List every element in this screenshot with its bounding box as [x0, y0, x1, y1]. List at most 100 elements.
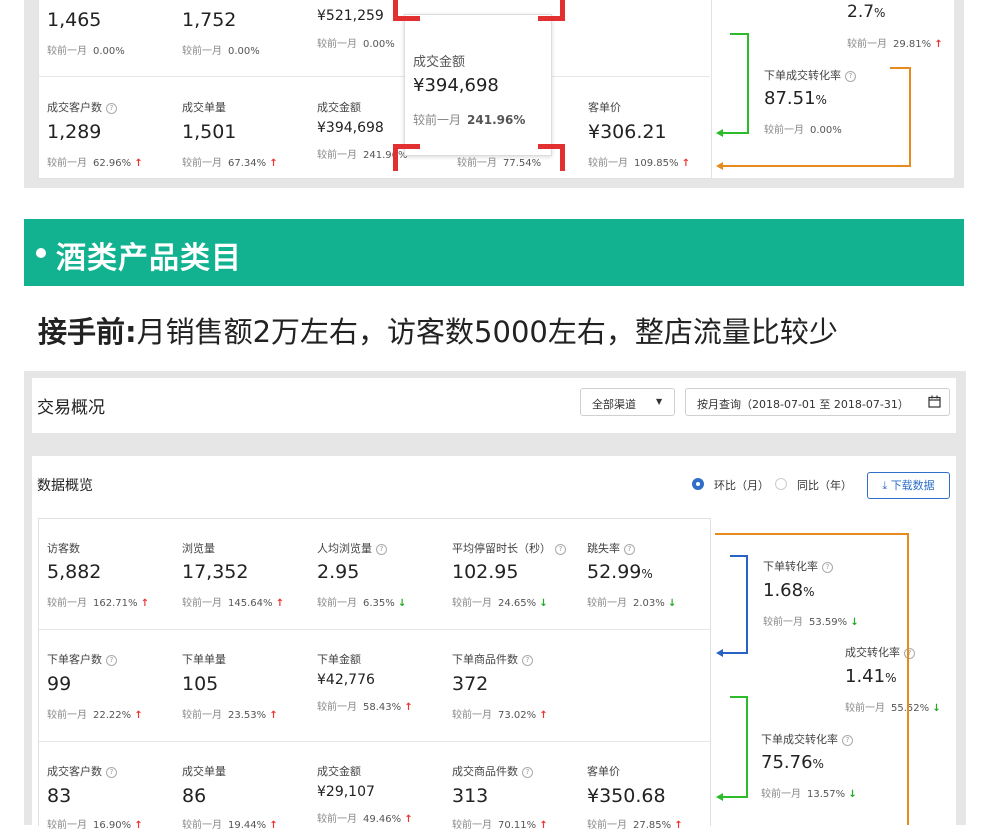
metric-label: 下单金额	[317, 653, 361, 666]
bullet-icon	[36, 248, 46, 258]
arrow-up-icon: ↑	[134, 710, 143, 721]
page-title: 交易概况	[37, 398, 105, 418]
metric-label: 访客数	[47, 542, 80, 555]
calendar-icon	[928, 395, 941, 408]
help-icon[interactable]: ?	[376, 543, 387, 555]
metric-label: 成交金额	[317, 101, 361, 114]
metric-compare: 较前一月 109.85% ↑	[588, 158, 691, 169]
metric-label: 成交单量	[182, 101, 226, 114]
arrow-up-icon: ↑	[404, 702, 413, 713]
orange-connector	[715, 533, 909, 825]
row-divider	[39, 629, 710, 630]
metric-label: 成交商品件数?	[452, 763, 533, 779]
arrow-down-icon: ↓	[932, 703, 941, 714]
metric-label: 成交单量	[182, 765, 226, 778]
metric-value: 5,882	[47, 561, 102, 583]
channel-select[interactable]: 全部渠道 ▼	[580, 388, 675, 416]
radio-label: 同比（年）	[797, 479, 852, 492]
headline: 接手前:月销售额2万左右，访客数5000左右，整店流量比较少	[38, 309, 838, 351]
metric-value: 99	[47, 673, 72, 695]
arrow-up-icon: ↑	[134, 158, 143, 169]
metric-compare: 较前一月 0.00%	[317, 39, 395, 50]
arrow-down-icon: ↓	[667, 598, 677, 609]
metric-compare: 较前一月 67.34% ↑	[182, 158, 278, 169]
arrow-up-icon: ↑	[539, 820, 548, 831]
arrow-up-icon: ↑	[404, 814, 413, 825]
metric-value: ¥42,776	[317, 672, 375, 688]
metric-value: 1,752	[182, 9, 237, 31]
metric-value: 2.95	[317, 561, 360, 583]
radio-mom-selected[interactable]	[692, 478, 704, 490]
metric-value: 372	[452, 673, 489, 695]
metric-label: 成交客户数?	[47, 99, 117, 115]
blue-connector	[719, 555, 748, 654]
metric-value: 1,501	[182, 121, 237, 143]
metric-value: 102.95	[452, 561, 519, 583]
funnel-connectors	[716, 33, 911, 170]
arrow-up-icon: ↑	[269, 158, 278, 169]
metric-compare: 较前一月 0.00%	[47, 46, 125, 57]
metric-label: 客单价	[587, 765, 620, 778]
download-data-button[interactable]: ⤓ 下载数据	[867, 472, 950, 499]
help-icon[interactable]: ?	[106, 102, 117, 114]
metric-compare: 较前一月 22.22% ↑	[47, 710, 143, 721]
arrow-up-icon: ↑	[681, 158, 691, 169]
date-range-picker[interactable]: 按月查询（2018-07-01 至 2018-07-31）	[685, 388, 950, 416]
tooltip-compare: 较前一月 241.96%	[413, 113, 526, 127]
metric-label: 人均浏览量?	[317, 540, 387, 556]
metric-value: ¥29,107	[317, 784, 375, 800]
arrow-left-icon	[716, 793, 723, 801]
caret-down-icon: ▼	[656, 397, 663, 406]
metric-compare: 较前一月 145.64% ↑	[182, 598, 285, 609]
tooltip-title: 成交金额	[413, 55, 466, 70]
metric-compare: 较前一月 49.46% ↑	[317, 814, 413, 825]
help-icon[interactable]: ?	[522, 654, 533, 666]
banner-title: 酒类产品类目	[56, 241, 242, 276]
metric-value: 86	[182, 785, 207, 807]
metric-label: 客单价	[588, 101, 621, 114]
metric-compare: 较前一月 27.85% ↑	[587, 820, 683, 831]
green-connector	[718, 33, 749, 134]
metric-compare: 较前一月 62.96% ↑	[47, 158, 143, 169]
metric-value: 313	[452, 785, 489, 807]
metric-compare: 较前一月 16.90% ↑	[47, 820, 143, 831]
arrow-left-icon	[716, 162, 723, 170]
help-icon[interactable]: ?	[555, 543, 566, 555]
metric-value: ¥394,698	[317, 120, 384, 136]
row-divider	[39, 741, 710, 742]
arrow-up-icon: ↑	[269, 710, 278, 721]
metric-value: 105	[182, 673, 219, 695]
section-title: 数据概览	[37, 478, 93, 494]
metric-label: 跳失率?	[587, 540, 635, 556]
metric-label: 成交金额	[317, 765, 361, 778]
metric-compare: 较前一月 73.02% ↑	[452, 710, 548, 721]
orange-connector	[718, 67, 911, 167]
metric-value: ¥350.68	[587, 785, 666, 807]
arrow-up-icon: ↑	[539, 710, 548, 721]
arrow-up-icon: ↑	[674, 820, 683, 831]
metric-label: 平均停留时长（秒）?	[452, 540, 566, 556]
metric-label: 浏览量	[182, 542, 215, 555]
metric-value: 17,352	[182, 561, 249, 583]
arrow-up-icon: ↑	[275, 598, 285, 609]
arrow-up-icon: ↑	[934, 39, 943, 50]
help-icon[interactable]: ?	[106, 766, 117, 778]
help-icon[interactable]: ?	[106, 654, 117, 666]
highlight-corner	[393, 144, 420, 171]
metric-value: ¥521,259	[317, 8, 384, 24]
metric-compare: 较前一月 58.43% ↑	[317, 702, 413, 713]
metric-compare: 较前一月 2.03% ↓	[587, 598, 677, 609]
metric-value: 52.99%	[587, 561, 653, 583]
headline-text: 月销售额2万左右，访客数5000左右，整店流量比较少	[136, 315, 838, 349]
metric-value: 83	[47, 785, 72, 807]
help-icon[interactable]: ?	[624, 543, 635, 555]
tooltip-value: ¥394,698	[413, 75, 499, 96]
amount-tooltip: 成交金额 ¥394,698 较前一月 241.96%	[404, 14, 552, 156]
highlight-corner	[538, 0, 565, 21]
radio-yoy[interactable]	[775, 478, 787, 490]
row-divider	[38, 76, 710, 77]
metric-label: 成交客户数?	[47, 763, 117, 779]
metric-compare: 较前一月 162.71% ↑	[47, 598, 150, 609]
arrow-down-icon: ↓	[539, 598, 548, 609]
help-icon[interactable]: ?	[522, 766, 533, 778]
